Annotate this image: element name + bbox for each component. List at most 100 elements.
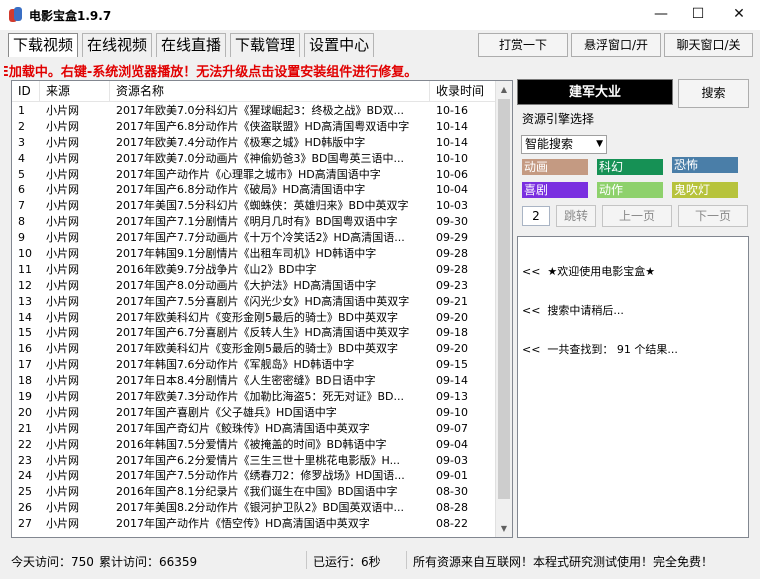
jump-button[interactable]: 跳转 bbox=[556, 205, 596, 227]
tab-online-video[interactable]: 在线视频 bbox=[82, 33, 153, 57]
float-window-toggle-button[interactable]: 悬浮窗口/开 bbox=[571, 33, 661, 57]
row-id: 16 bbox=[18, 342, 32, 356]
next-page-button[interactable]: 下一页 bbox=[678, 205, 748, 227]
category-horror[interactable]: 恐怖 bbox=[672, 157, 738, 173]
table-row[interactable]: 26 小片网 2017年美国8.2分动作片《银河护卫队2》BD国英双语中... 08-… bbox=[12, 500, 498, 516]
scroll-up-icon[interactable]: ▲ bbox=[496, 81, 512, 98]
row-source: 小片网 bbox=[46, 485, 79, 499]
row-title: 2016年欧美9.7分战争片《山2》BD中字 bbox=[116, 262, 317, 276]
row-id: 1 bbox=[18, 104, 25, 117]
scroll-down-icon[interactable]: ▼ bbox=[496, 520, 512, 537]
table-row[interactable]: 25 小片网 2016年国产8.1分纪录片《我们诞生在中国》BD国语中字 08-30 bbox=[12, 484, 498, 500]
category-animation[interactable]: 动画 bbox=[522, 159, 588, 175]
row-source: 小片网 bbox=[46, 453, 79, 467]
row-source: 小片网 bbox=[46, 167, 79, 181]
row-date: 09-21 bbox=[436, 294, 468, 308]
row-id: 22 bbox=[18, 437, 32, 451]
row-source: 小片网 bbox=[46, 326, 79, 340]
row-source: 小片网 bbox=[46, 247, 79, 261]
table-row[interactable]: 20 小片网 2017年国产喜剧片《父子雄兵》HD国语中字 09-10 bbox=[12, 405, 498, 421]
row-id: 8 bbox=[18, 215, 25, 229]
engine-select[interactable]: 智能搜索 ▼ bbox=[521, 135, 607, 154]
row-id: 11 bbox=[18, 262, 32, 276]
results-list[interactable]: ID 来源 资源名称 收录时间 1 小片网 2017年欧美7.0分科幻片《猩球崛起3… bbox=[11, 80, 513, 538]
running-time: 已运行：6秒 bbox=[313, 555, 381, 569]
tab-download-video[interactable]: 下载视频 bbox=[8, 33, 79, 57]
scroll-thumb[interactable] bbox=[498, 99, 510, 499]
row-source: 小片网 bbox=[46, 405, 79, 419]
log-line: << 搜索中请稍后... bbox=[522, 304, 624, 317]
table-row[interactable]: 27 小片网 2017年国产动作片《悟空传》HD高清国语中英双字 08-22 bbox=[12, 516, 498, 532]
row-source: 小片网 bbox=[46, 278, 79, 292]
table-row[interactable]: 7 小片网 2017年美国7.5分科幻片《蜘蛛侠：英雄归来》BD中英双字 10-03 bbox=[12, 198, 498, 214]
row-title: 2017年国产6.8分动作片《侠盗联盟》HD高清国粤双语中字 bbox=[116, 119, 410, 133]
table-row[interactable]: 13 小片网 2017年国产7.5分喜剧片《闪光少女》HD高清国语中英双字 09-21 bbox=[12, 294, 498, 310]
row-id: 5 bbox=[18, 167, 25, 181]
row-date: 09-15 bbox=[436, 358, 468, 372]
table-row[interactable]: 14 小片网 2017年欧美科幻片《变形金刚5最后的骑士》BD中英双字 09-20 bbox=[12, 310, 498, 326]
chat-window-toggle-button[interactable]: 聊天窗口/关 bbox=[664, 33, 753, 57]
notice-banner: E加载中。右键-系统浏览器播放！无法升级点击设置安装组件进行修复。 bbox=[4, 61, 564, 79]
row-source: 小片网 bbox=[46, 151, 79, 165]
tab-download-manager[interactable]: 下载管理 bbox=[230, 33, 301, 57]
table-row[interactable]: 2 小片网 2017年国产6.8分动作片《侠盗联盟》HD高清国粤双语中字 10-14 bbox=[12, 119, 498, 135]
table-row[interactable]: 9 小片网 2017年国产7.7分动画片《十万个冷笑话2》HD高清国语... 09-2… bbox=[12, 230, 498, 246]
table-row[interactable]: 8 小片网 2017年国产7.1分剧情片《明月几时有》BD国粤双语中字 09-30 bbox=[12, 214, 498, 230]
tab-settings[interactable]: 设置中心 bbox=[304, 33, 375, 57]
close-button[interactable]: ✕ bbox=[721, 0, 757, 28]
table-row[interactable]: 22 小片网 2016年韩国7.5分爱情片《被掩盖的时间》BD韩语中字 09-04 bbox=[12, 437, 498, 453]
row-source: 小片网 bbox=[46, 199, 79, 213]
table-row[interactable]: 12 小片网 2017年国产8.0分动画片《大护法》HD高清国语中字 09-23 bbox=[12, 278, 498, 294]
table-row[interactable]: 21 小片网 2017年国产奇幻片《鲛珠传》HD高清国语中英双字 09-07 bbox=[12, 421, 498, 437]
column-header-name[interactable]: 资源名称 bbox=[110, 81, 430, 102]
row-date: 09-23 bbox=[436, 278, 468, 292]
row-id: 13 bbox=[18, 294, 32, 308]
table-row[interactable]: 16 小片网 2017年欧美科幻片《变形金刚5最后的骑士》BD中英双字 09-20 bbox=[12, 341, 498, 357]
table-row[interactable]: 4 小片网 2017年欧美7.0分动画片《神偷奶爸3》BD国粤英三语中... 10-1… bbox=[12, 151, 498, 167]
column-header-date[interactable]: 收录时间 bbox=[430, 81, 498, 102]
table-row[interactable]: 1 小片网 2017年欧美7.0分科幻片《猩球崛起3：终极之战》BD双... 10-1… bbox=[12, 103, 498, 119]
row-title: 2017年欧美7.4分动作片《极寒之城》HD韩版中字 bbox=[116, 135, 366, 149]
column-header-id[interactable]: ID bbox=[12, 81, 40, 102]
category-scifi[interactable]: 科幻 bbox=[597, 159, 663, 175]
list-header: ID 来源 资源名称 收录时间 bbox=[12, 81, 498, 102]
minimize-button[interactable]: — bbox=[647, 0, 675, 28]
table-row[interactable]: 15 小片网 2017年国产6.7分喜剧片《反转人生》HD高清国语中英双字 09-18 bbox=[12, 325, 498, 341]
list-scrollbar[interactable]: ▲ ▼ bbox=[495, 81, 512, 537]
table-row[interactable]: 17 小片网 2017年韩国7.6分动作片《军舰岛》HD韩语中字 09-15 bbox=[12, 357, 498, 373]
status-divider bbox=[306, 551, 307, 569]
log-panel[interactable]: << ★欢迎使用电影宝盒★ << 搜索中请稍后... << 一共查找到： 91 … bbox=[517, 236, 749, 538]
page-number-input[interactable]: 2 bbox=[522, 206, 550, 226]
row-title: 2017年欧美7.0分动画片《神偷奶爸3》BD国粤英三语中... bbox=[116, 151, 404, 165]
window-title: 电影宝盒1.9.7 bbox=[29, 8, 112, 23]
table-row[interactable]: 5 小片网 2017年国产动作片《心理罪之城市》HD高清国语中字 10-06 bbox=[12, 167, 498, 183]
table-row[interactable]: 19 小片网 2017年欧美7.3分动作片《加勒比海盗5：死无对证》BD... 09-… bbox=[12, 389, 498, 405]
table-row[interactable]: 18 小片网 2017年日本8.4分剧情片《人生密密缝》BD日语中字 09-14 bbox=[12, 373, 498, 389]
row-source: 小片网 bbox=[46, 119, 79, 133]
row-title: 2017年日本8.4分剧情片《人生密密缝》BD日语中字 bbox=[116, 374, 376, 388]
row-date: 09-30 bbox=[436, 215, 468, 229]
row-id: 14 bbox=[18, 310, 32, 324]
row-date: 09-20 bbox=[436, 310, 468, 324]
prev-page-button[interactable]: 上一页 bbox=[602, 205, 672, 227]
chevron-down-icon: ▼ bbox=[596, 139, 603, 149]
row-source: 小片网 bbox=[46, 310, 79, 324]
row-title: 2017年国产奇幻片《鲛珠传》HD高清国语中英双字 bbox=[116, 421, 370, 435]
category-comedy[interactable]: 喜剧 bbox=[522, 182, 588, 198]
column-header-source[interactable]: 来源 bbox=[40, 81, 110, 102]
row-id: 23 bbox=[18, 453, 32, 467]
table-row[interactable]: 23 小片网 2017年国产6.2分爱情片《三生三世十里桃花电影版》H... 09-0… bbox=[12, 453, 498, 469]
donate-button[interactable]: 打赏一下 bbox=[478, 33, 568, 57]
table-row[interactable]: 3 小片网 2017年欧美7.4分动作片《极寒之城》HD韩版中字 10-14 bbox=[12, 135, 498, 151]
search-button[interactable]: 搜索 bbox=[678, 79, 749, 108]
app-logo-icon bbox=[9, 7, 23, 23]
maximize-button[interactable]: ☐ bbox=[675, 0, 721, 28]
table-row[interactable]: 10 小片网 2017年韩国9.1分剧情片《出租车司机》HD韩语中字 09-28 bbox=[12, 246, 498, 262]
table-row[interactable]: 24 小片网 2017年国产7.5分动作片《绣春刀2：修罗战场》HD国语... 09-… bbox=[12, 468, 498, 484]
category-ghost-lamp[interactable]: 鬼吹灯 bbox=[672, 182, 738, 198]
search-input[interactable]: 建军大业 bbox=[517, 79, 673, 105]
category-action[interactable]: 动作 bbox=[597, 182, 663, 198]
table-row[interactable]: 11 小片网 2016年欧美9.7分战争片《山2》BD中字 09-28 bbox=[12, 262, 498, 278]
table-row[interactable]: 6 小片网 2017年国产6.8分动作片《破局》HD高清国语中字 10-04 bbox=[12, 182, 498, 198]
tab-live-stream[interactable]: 在线直播 bbox=[156, 33, 227, 57]
